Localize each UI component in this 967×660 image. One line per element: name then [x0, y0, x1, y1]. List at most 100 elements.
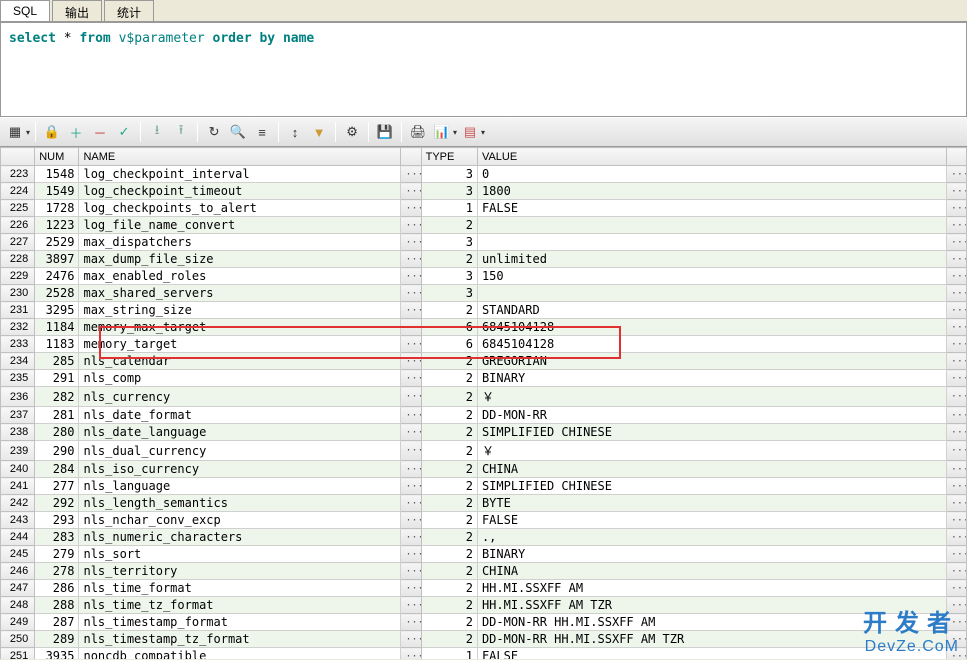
column-header-value[interactable]: VALUE	[477, 148, 946, 166]
cell-value[interactable]: HH.MI.SSXFF AM	[477, 580, 946, 597]
cell-name[interactable]: nls_date_format	[79, 407, 401, 424]
cell-name[interactable]: memory_max_target	[79, 319, 401, 336]
add-icon[interactable]: ＋	[65, 121, 87, 143]
table-row[interactable]: 234285nls_calendar···2GREGORIAN···	[1, 353, 967, 370]
cell-name[interactable]: nls_territory	[79, 563, 401, 580]
cell-num[interactable]: 289	[35, 631, 79, 648]
edit-button-icon[interactable]: ···	[401, 529, 421, 546]
edit-button-icon[interactable]: ···	[401, 597, 421, 614]
table-row[interactable]: 236282nls_currency···2￥···	[1, 387, 967, 407]
cell-num[interactable]: 291	[35, 370, 79, 387]
cell-value[interactable]: 6845104128	[477, 336, 946, 353]
cell-type[interactable]: 1	[421, 648, 477, 660]
cell-type[interactable]: 2	[421, 478, 477, 495]
cell-value[interactable]: SIMPLIFIED CHINESE	[477, 424, 946, 441]
table-row[interactable]: 245279nls_sort···2BINARY···	[1, 546, 967, 563]
column-header-type[interactable]: TYPE	[421, 148, 477, 166]
edit-button-icon[interactable]: ···	[401, 648, 421, 660]
cell-num[interactable]: 280	[35, 424, 79, 441]
table-row[interactable]: 250289nls_timestamp_tz_format···2DD-MON-…	[1, 631, 967, 648]
cell-type[interactable]: 2	[421, 387, 477, 407]
cell-value[interactable]: SIMPLIFIED CHINESE	[477, 478, 946, 495]
row-number-cell[interactable]: 237	[1, 407, 35, 424]
row-number-cell[interactable]: 224	[1, 183, 35, 200]
cell-num[interactable]: 278	[35, 563, 79, 580]
cell-name[interactable]: nls_sort	[79, 546, 401, 563]
tab-output[interactable]: 输出	[52, 0, 102, 21]
table-row[interactable]: 2321184memory_max_target···66845104128··…	[1, 319, 967, 336]
table-row[interactable]: 243293nls_nchar_conv_excp···2FALSE···	[1, 512, 967, 529]
column-header-name[interactable]: NAME	[79, 148, 401, 166]
edit-button-icon[interactable]: ···	[946, 478, 966, 495]
table-row[interactable]: 2513935noncdb_compatible···1FALSE···	[1, 648, 967, 660]
cell-value[interactable]: CHINA	[477, 461, 946, 478]
cell-num[interactable]: 2529	[35, 234, 79, 251]
edit-button-icon[interactable]: ···	[946, 563, 966, 580]
cell-num[interactable]: 1548	[35, 166, 79, 183]
table-row[interactable]: 2241549log_checkpoint_timeout···31800···	[1, 183, 967, 200]
cell-value[interactable]: 1800	[477, 183, 946, 200]
table-row[interactable]: 242292nls_length_semantics···2BYTE···	[1, 495, 967, 512]
cell-num[interactable]: 288	[35, 597, 79, 614]
cell-value[interactable]: FALSE	[477, 200, 946, 217]
table-row[interactable]: 237281nls_date_format···2DD-MON-RR···	[1, 407, 967, 424]
edit-button-icon[interactable]: ···	[401, 336, 421, 353]
edit-button-icon[interactable]: ···	[946, 546, 966, 563]
cell-name[interactable]: log_file_name_convert	[79, 217, 401, 234]
cell-type[interactable]: 2	[421, 461, 477, 478]
cell-name[interactable]: nls_language	[79, 478, 401, 495]
cell-num[interactable]: 293	[35, 512, 79, 529]
cell-name[interactable]: nls_comp	[79, 370, 401, 387]
edit-button-icon[interactable]: ···	[946, 251, 966, 268]
chart-icon[interactable]: 📊	[431, 121, 453, 143]
cell-type[interactable]: 6	[421, 336, 477, 353]
edit-button-icon[interactable]: ···	[401, 217, 421, 234]
cell-type[interactable]: 3	[421, 268, 477, 285]
column-header-edit2[interactable]	[946, 148, 966, 166]
first-icon[interactable]: ⭳	[146, 121, 168, 143]
cell-type[interactable]: 2	[421, 631, 477, 648]
edit-button-icon[interactable]: ···	[401, 268, 421, 285]
edit-button-icon[interactable]: ···	[401, 614, 421, 631]
row-number-cell[interactable]: 227	[1, 234, 35, 251]
cell-type[interactable]: 2	[421, 563, 477, 580]
edit-button-icon[interactable]: ···	[946, 407, 966, 424]
edit-button-icon[interactable]: ···	[946, 166, 966, 183]
results-grid[interactable]: NUM NAME TYPE VALUE 2231548log_checkpoin…	[0, 147, 967, 659]
cell-name[interactable]: memory_target	[79, 336, 401, 353]
cell-type[interactable]: 2	[421, 353, 477, 370]
cell-name[interactable]: max_dump_file_size	[79, 251, 401, 268]
table-row[interactable]: 2283897max_dump_file_size···2unlimited··…	[1, 251, 967, 268]
cell-type[interactable]: 3	[421, 285, 477, 302]
edit-button-icon[interactable]: ···	[401, 387, 421, 407]
cell-value[interactable]: BINARY	[477, 546, 946, 563]
row-number-cell[interactable]: 251	[1, 648, 35, 660]
cell-value[interactable]	[477, 234, 946, 251]
edit-button-icon[interactable]: ···	[401, 353, 421, 370]
edit-button-icon[interactable]: ···	[946, 387, 966, 407]
cell-num[interactable]: 285	[35, 353, 79, 370]
table-row[interactable]: 2261223log_file_name_convert···2···	[1, 217, 967, 234]
cell-value[interactable]: 6845104128	[477, 319, 946, 336]
edit-button-icon[interactable]: ···	[401, 234, 421, 251]
table-row[interactable]: 2292476max_enabled_roles···3150···	[1, 268, 967, 285]
cell-num[interactable]: 3897	[35, 251, 79, 268]
cell-type[interactable]: 2	[421, 407, 477, 424]
row-number-cell[interactable]: 244	[1, 529, 35, 546]
cell-name[interactable]: nls_time_tz_format	[79, 597, 401, 614]
cell-type[interactable]: 3	[421, 166, 477, 183]
cell-type[interactable]: 2	[421, 597, 477, 614]
edit-button-icon[interactable]: ···	[946, 183, 966, 200]
edit-button-icon[interactable]: ···	[401, 251, 421, 268]
edit-button-icon[interactable]: ···	[946, 512, 966, 529]
cell-num[interactable]: 1549	[35, 183, 79, 200]
edit-button-icon[interactable]: ···	[401, 424, 421, 441]
table-row[interactable]: 244283nls_numeric_characters···2.,···	[1, 529, 967, 546]
cell-name[interactable]: nls_nchar_conv_excp	[79, 512, 401, 529]
edit-button-icon[interactable]: ···	[401, 166, 421, 183]
edit-button-icon[interactable]: ···	[946, 353, 966, 370]
edit-button-icon[interactable]: ···	[946, 319, 966, 336]
edit-button-icon[interactable]: ···	[946, 370, 966, 387]
edit-button-icon[interactable]: ···	[401, 563, 421, 580]
cell-name[interactable]: nls_iso_currency	[79, 461, 401, 478]
